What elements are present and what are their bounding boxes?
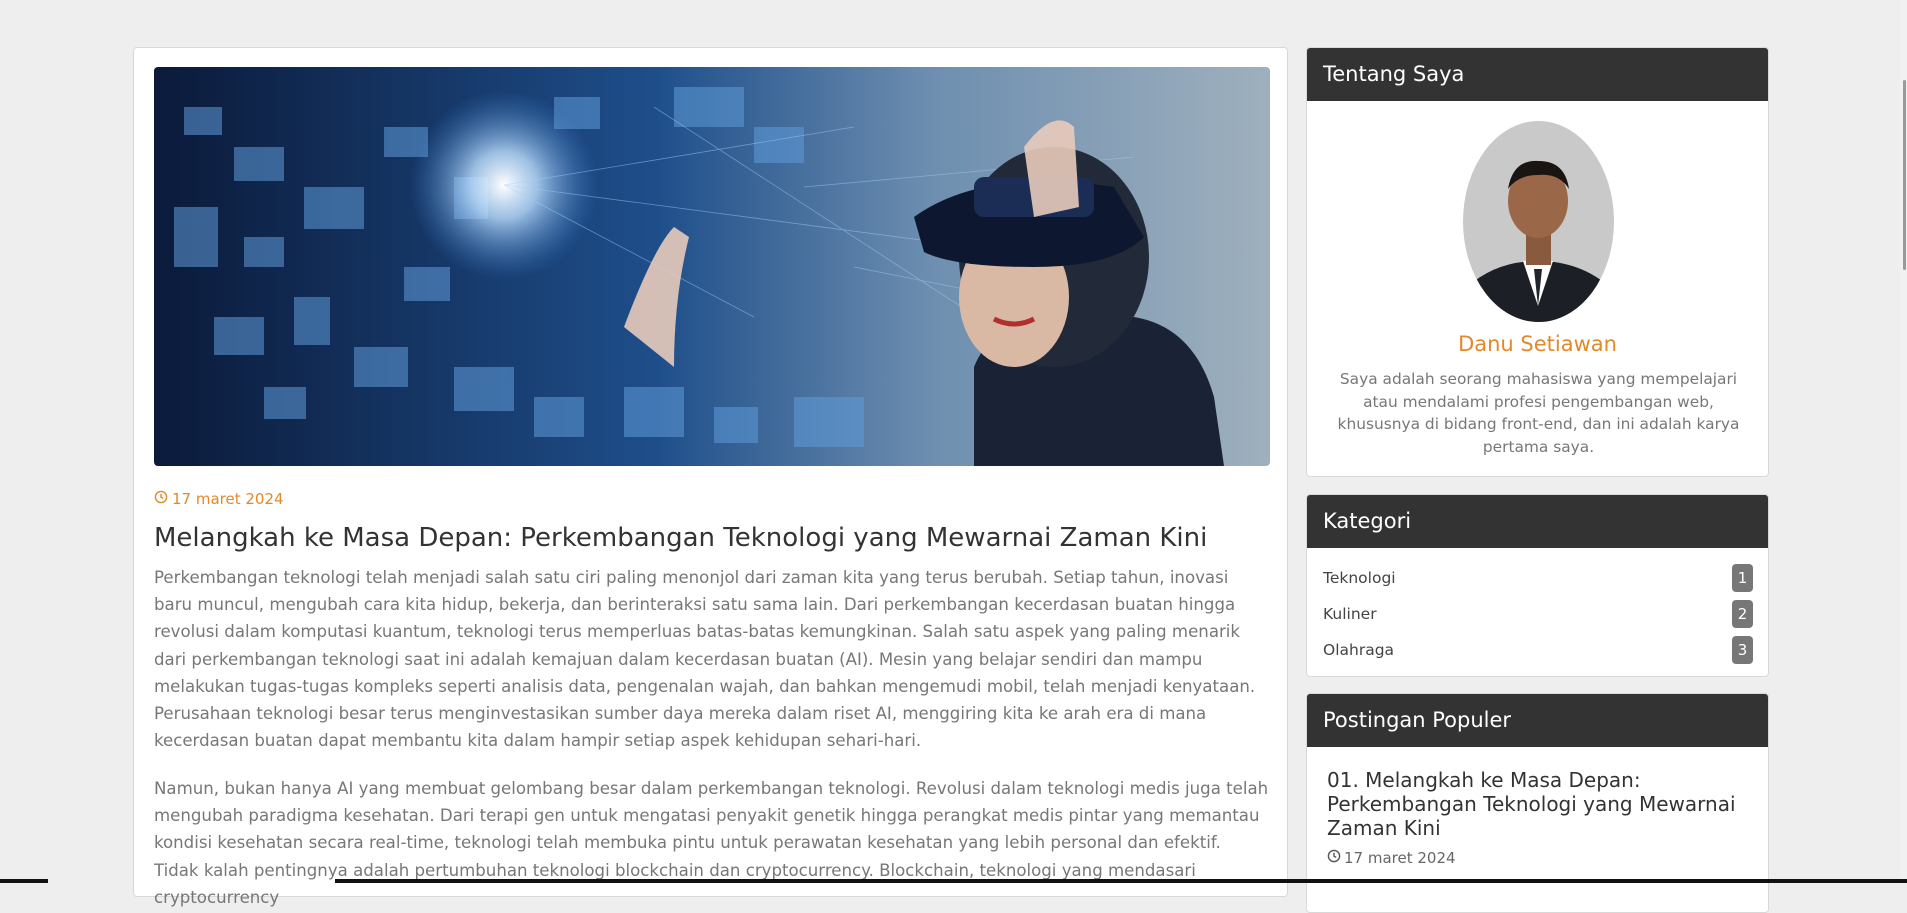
category-label: Kuliner: [1323, 605, 1377, 623]
category-item-olahraga[interactable]: Olahraga 3: [1323, 635, 1753, 665]
popular-post-link[interactable]: 01. Melangkah ke Masa Depan: Perkembanga…: [1327, 768, 1747, 840]
category-label: Teknologi: [1323, 569, 1396, 587]
bottom-bar-segment: [335, 879, 1907, 883]
category-count-badge: 3: [1732, 636, 1753, 664]
bottom-bar-segment: [0, 879, 48, 883]
clock-icon: [154, 490, 168, 508]
popular-posts-heading: Postingan Populer: [1307, 694, 1768, 747]
popular-post-date: 17 maret 2024: [1327, 849, 1456, 867]
article-paragraph: Perkembangan teknologi telah menjadi sal…: [154, 568, 1256, 751]
article-date-text: 17 maret 2024: [172, 490, 284, 508]
author-name: Danu Setiawan: [1458, 332, 1617, 356]
category-label: Olahraga: [1323, 641, 1395, 659]
category-item-kuliner[interactable]: Kuliner 2: [1323, 599, 1753, 629]
article-paragraph: Namun, bukan hanya AI yang membuat gelom…: [154, 779, 1269, 907]
bottom-edge-bar: [0, 879, 1907, 883]
clock-icon: [1327, 849, 1341, 867]
popular-post-date-text: 17 maret 2024: [1344, 849, 1456, 867]
category-item-teknologi[interactable]: Teknologi 1: [1323, 563, 1753, 593]
page: 17 maret 2024 Melangkah ke Masa Depan: P…: [0, 0, 1907, 913]
scrollbar-thumb[interactable]: [1903, 80, 1906, 270]
article-card: 17 maret 2024 Melangkah ke Masa Depan: P…: [133, 47, 1288, 907]
avatar: [1463, 121, 1614, 322]
category-count-badge: 1: [1732, 564, 1753, 592]
about-widget: Tentang Saya Danu Setiawan Saya adalah s…: [1306, 47, 1769, 477]
about-widget-heading: Tentang Saya: [1307, 48, 1768, 101]
author-bio: Saya adalah seorang mahasiswa yang mempe…: [1337, 370, 1740, 456]
article-title: Melangkah ke Masa Depan: Perkembangan Te…: [154, 523, 1208, 553]
categories-widget-heading: Kategori: [1307, 495, 1768, 548]
article-hero-image: [154, 67, 1270, 466]
category-count-badge: 2: [1732, 600, 1753, 628]
categories-widget: Kategori Teknologi 1 Kuliner 2 Olahraga …: [1306, 494, 1769, 677]
article-date: 17 maret 2024: [154, 490, 284, 508]
